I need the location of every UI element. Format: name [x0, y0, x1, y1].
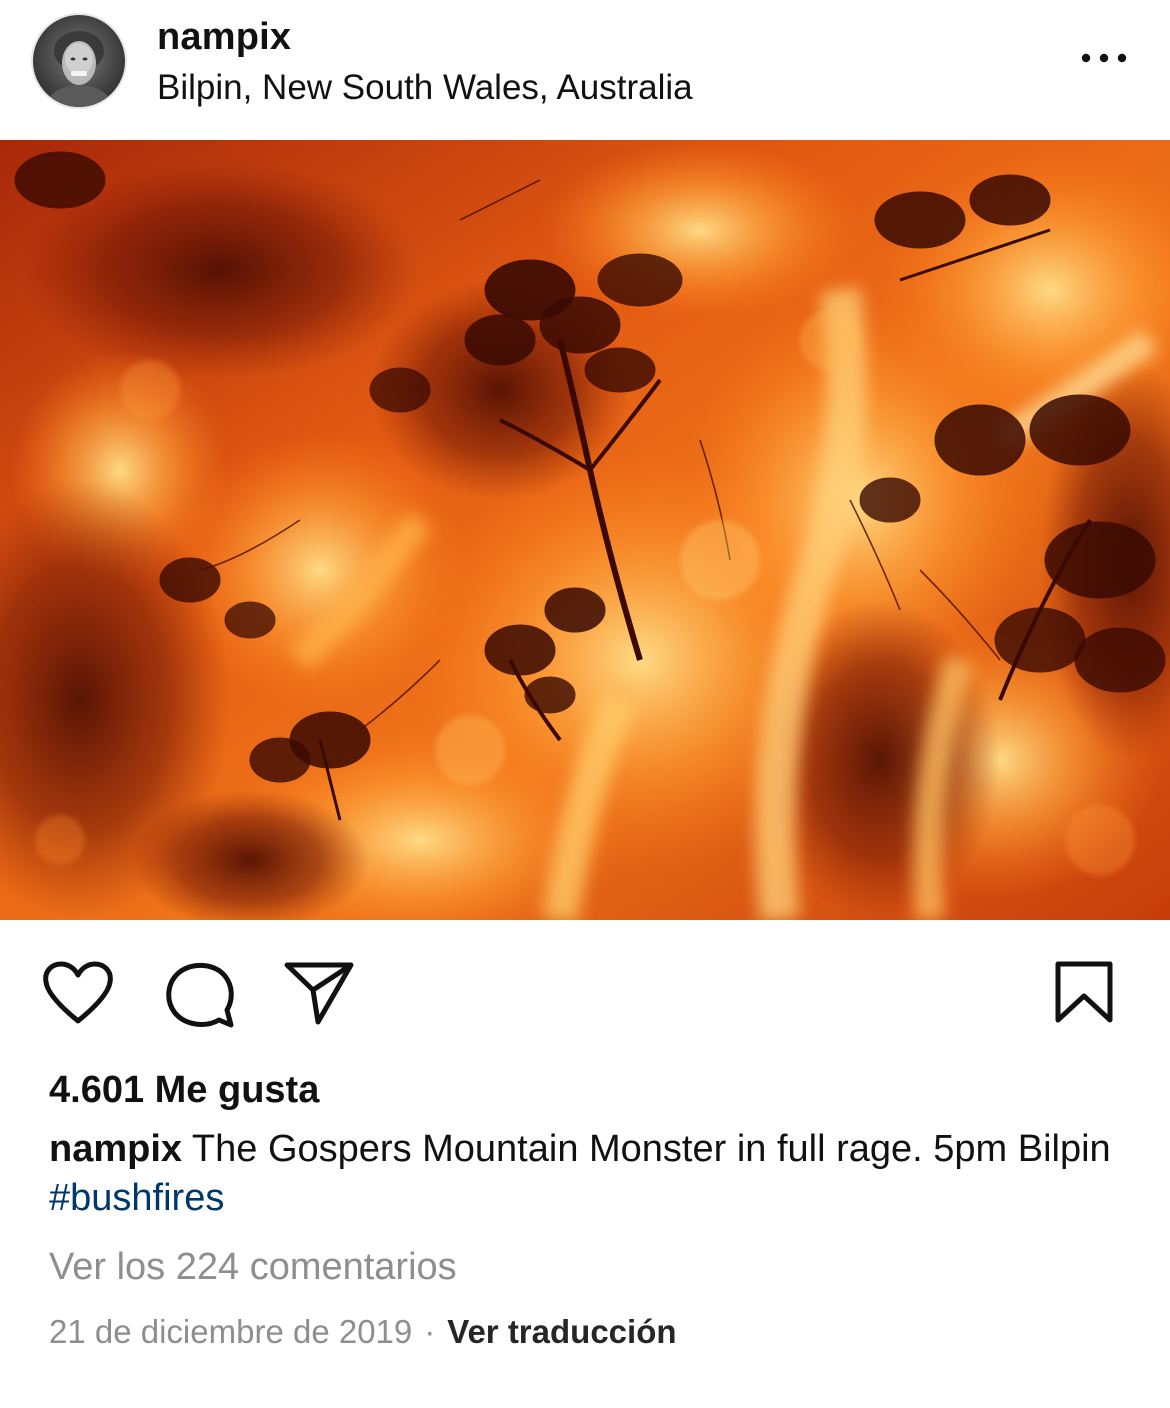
comment-button[interactable] [163, 960, 237, 1030]
likes-count[interactable]: 4.601 Me gusta [49, 1066, 319, 1114]
more-horizontal-icon [1081, 53, 1127, 63]
post-photo[interactable] [0, 140, 1170, 920]
instagram-post: nampix Bilpin, New South Wales, Australi… [0, 0, 1170, 1408]
post-date: 21 de diciembre de 2019 [49, 1313, 413, 1350]
heart-icon [43, 961, 113, 1024]
post-meta: 21 de diciembre de 2019 · Ver traducción [49, 1310, 677, 1354]
view-comments-link[interactable]: Ver los 224 comentarios [49, 1243, 457, 1291]
more-options-button[interactable] [1072, 38, 1136, 78]
like-button[interactable] [40, 960, 116, 1026]
save-button[interactable] [1052, 960, 1116, 1026]
bookmark-icon [1055, 961, 1113, 1023]
post-username[interactable]: nampix [157, 14, 291, 60]
caption-username[interactable]: nampix [49, 1128, 182, 1170]
translate-link[interactable]: Ver traducción [447, 1313, 676, 1350]
post-caption: nampix The Gospers Mountain Monster in f… [49, 1125, 1129, 1223]
comment-icon [166, 962, 234, 1028]
meta-separator: · [424, 1313, 436, 1350]
share-button[interactable] [283, 960, 357, 1026]
caption-hashtag[interactable]: #bushfires [49, 1177, 224, 1219]
avatar[interactable] [33, 15, 125, 107]
post-actions [0, 920, 1170, 1050]
post-location[interactable]: Bilpin, New South Wales, Australia [157, 66, 693, 110]
send-icon [284, 962, 354, 1025]
bushfire-photo [0, 140, 1170, 920]
caption-text: The Gospers Mountain Monster in full rag… [182, 1128, 1111, 1170]
post-header: nampix Bilpin, New South Wales, Australi… [0, 0, 1170, 140]
